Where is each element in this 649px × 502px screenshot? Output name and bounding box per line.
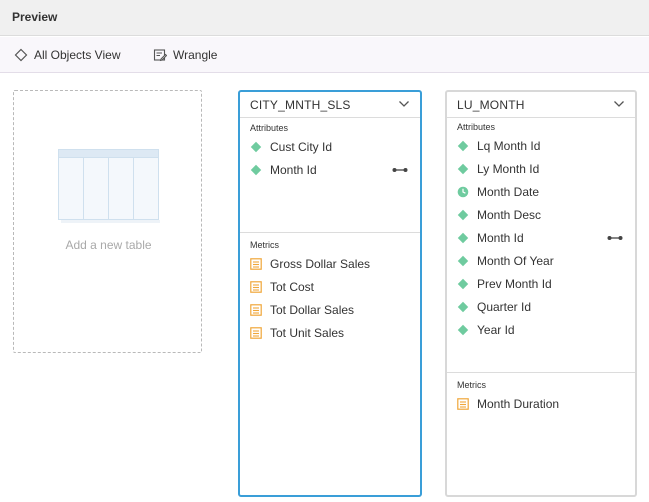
attribute-diamond-icon xyxy=(457,255,469,267)
attribute-date-icon xyxy=(457,186,469,198)
attribute-label: Month Desc xyxy=(477,208,542,222)
metric-item[interactable]: Tot Dollar Sales xyxy=(250,301,412,319)
attribute-label: Month Of Year xyxy=(477,254,554,268)
metric-label: Gross Dollar Sales xyxy=(270,257,371,271)
attributes-section-label: Attributes xyxy=(457,122,496,132)
attribute-diamond-icon xyxy=(457,301,469,313)
metric-item[interactable]: Gross Dollar Sales xyxy=(250,255,412,273)
attribute-label: Cust City Id xyxy=(270,140,333,154)
attribute-item[interactable]: Month Date xyxy=(457,183,627,201)
attribute-label: Year Id xyxy=(477,323,515,337)
metric-icon xyxy=(250,258,262,270)
wrangle-icon xyxy=(153,49,167,62)
schema-canvas: Add a new table CITY_MNTH_SLS Attributes… xyxy=(0,74,649,502)
add-new-table-label: Add a new table xyxy=(65,238,152,252)
metric-item[interactable]: Month Duration xyxy=(457,395,627,413)
metric-label: Tot Dollar Sales xyxy=(270,303,355,317)
all-objects-view-label: All Objects View xyxy=(34,48,121,62)
toolbar: All Objects View Wrangle xyxy=(0,37,649,73)
metric-icon xyxy=(457,398,469,410)
chevron-down-icon[interactable] xyxy=(398,99,410,109)
attribute-label: Month Id xyxy=(477,231,524,245)
attribute-item[interactable]: Month Id xyxy=(457,229,627,247)
attribute-diamond-icon xyxy=(457,209,469,221)
diamond-outline-icon xyxy=(14,48,28,62)
metric-label: Tot Unit Sales xyxy=(270,326,345,340)
attribute-diamond-icon xyxy=(250,164,262,176)
table-name: LU_MONTH xyxy=(457,98,525,112)
table-name: CITY_MNTH_SLS xyxy=(250,98,351,112)
attribute-item[interactable]: Prev Month Id xyxy=(457,275,627,293)
all-objects-view-button[interactable]: All Objects View xyxy=(14,46,120,64)
table-card-header[interactable]: CITY_MNTH_SLS xyxy=(240,92,420,118)
attribute-label: Lq Month Id xyxy=(477,139,541,153)
metric-label: Month Duration xyxy=(477,397,560,411)
table-card-city-mnth-sls[interactable]: CITY_MNTH_SLS Attributes Cust City Id Mo… xyxy=(238,90,422,497)
section-divider xyxy=(447,372,635,373)
key-link-icon xyxy=(392,168,408,172)
attribute-item[interactable]: Month Id xyxy=(250,161,412,179)
attribute-item[interactable]: Month Desc xyxy=(457,206,627,224)
attribute-diamond-icon xyxy=(457,324,469,336)
attributes-section-label: Attributes xyxy=(250,123,289,133)
attribute-item[interactable]: Lq Month Id xyxy=(457,137,627,155)
attribute-label: Prev Month Id xyxy=(477,277,552,291)
metric-icon xyxy=(250,304,262,316)
attribute-label: Quarter Id xyxy=(477,300,532,314)
add-new-table-placeholder[interactable]: Add a new table xyxy=(13,90,202,353)
metric-icon xyxy=(250,327,262,339)
wrangle-label: Wrangle xyxy=(173,48,218,62)
attribute-diamond-icon xyxy=(457,140,469,152)
attribute-diamond-icon xyxy=(250,141,262,153)
attribute-diamond-icon xyxy=(457,232,469,244)
chevron-down-icon[interactable] xyxy=(613,99,625,109)
key-link-icon xyxy=(607,236,623,240)
attribute-diamond-icon xyxy=(457,278,469,290)
table-illustration-icon xyxy=(58,149,160,223)
attribute-item[interactable]: Ly Month Id xyxy=(457,160,627,178)
attribute-item[interactable]: Month Of Year xyxy=(457,252,627,270)
table-card-header[interactable]: LU_MONTH xyxy=(447,92,635,118)
metric-label: Tot Cost xyxy=(270,280,315,294)
attribute-item[interactable]: Cust City Id xyxy=(250,138,412,156)
metric-icon xyxy=(250,281,262,293)
attribute-label: Ly Month Id xyxy=(477,162,540,176)
attribute-diamond-icon xyxy=(457,163,469,175)
attribute-label: Month Id xyxy=(270,163,317,177)
metrics-section-label: Metrics xyxy=(457,380,486,390)
metric-item[interactable]: Tot Unit Sales xyxy=(250,324,412,342)
metrics-section-label: Metrics xyxy=(250,240,279,250)
preview-header: Preview xyxy=(0,0,649,36)
page-title: Preview xyxy=(12,10,58,24)
attribute-item[interactable]: Quarter Id xyxy=(457,298,627,316)
section-divider xyxy=(240,232,420,233)
wrangle-button[interactable]: Wrangle xyxy=(153,46,217,64)
attribute-item[interactable]: Year Id xyxy=(457,321,627,339)
attribute-label: Month Date xyxy=(477,185,540,199)
metric-item[interactable]: Tot Cost xyxy=(250,278,412,296)
table-card-lu-month[interactable]: LU_MONTH Attributes Lq Month Id Ly Month… xyxy=(445,90,637,497)
